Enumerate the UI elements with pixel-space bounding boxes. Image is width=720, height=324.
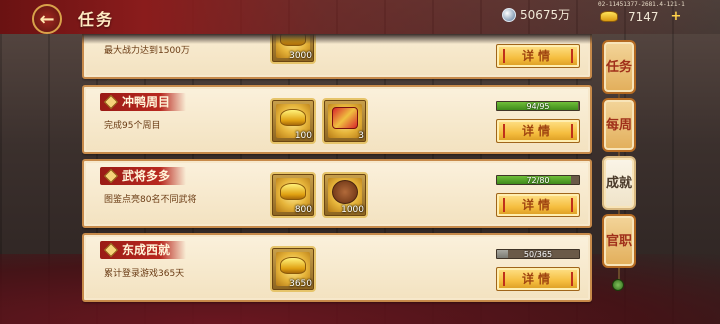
reward-count: 1000 [341,205,364,215]
gold-ingot-icon [280,183,306,200]
back-button[interactable]: ← [32,4,62,34]
diamond-icon [103,168,119,184]
list-fade [82,34,592,44]
detail-button[interactable]: 详情 [496,267,580,291]
food-dish-icon [332,180,358,204]
tab-label: 每周 [605,117,632,133]
task-title: 东成西就 [122,243,171,257]
tab-label: 任务 [605,59,632,75]
tab-achievement[interactable]: 成就 [602,156,636,210]
reward-count: 800 [294,205,312,215]
progress-text: 50/365 [523,250,553,259]
task-desc: 累计登录游戏365天 [104,269,185,279]
reward-slot[interactable]: 1000 [322,172,368,218]
silver-coin-icon [502,7,516,22]
gold-ingot-icon [280,257,306,274]
gold-ingot-icon [280,109,306,126]
task-title: 冲鸭周目 [122,95,171,109]
diamond-icon [103,242,119,258]
task-title-ribbon: 东成西就 [100,241,187,259]
reward-count: 3650 [289,279,312,289]
tab-daily[interactable]: 任务 [602,40,636,94]
page-title: 任务 [78,10,115,29]
reward-slot[interactable]: 3 [322,98,368,144]
reward-slot[interactable]: 3650 [270,246,316,292]
device-id: 02-11451377-2681.4-121-1 [598,1,685,8]
reward-count: 3000 [289,51,312,61]
task-desc: 图鉴点亮80名不同武将 [104,195,197,205]
task-card: 冲鸭周目 完成95个周目 100 3 94/95 详情 [82,85,592,154]
reward-count: 3 [358,131,364,141]
gold-ingot-icon [600,11,618,22]
detail-button[interactable]: 详情 [496,44,580,68]
detail-button[interactable]: 详情 [496,193,580,217]
tab-rank[interactable]: 官职 [602,214,636,268]
task-list[interactable]: 最大战力达到1500万 3000 详情 冲鸭周目 完成95个周目 100 3 9… [82,34,592,324]
task-desc: 最大战力达到1500万 [104,46,190,56]
task-title: 武将多多 [122,169,171,183]
progress-bar: 72/80 [496,175,580,185]
silver-currency: 50675万 [502,6,570,23]
gold-currency: 7147 + [600,9,681,24]
back-arrow-icon: ← [39,8,55,30]
progress-bar: 94/95 [496,101,580,111]
progress-text: 94/95 [526,102,550,111]
tab-label: 官职 [605,233,632,249]
detail-button[interactable]: 详情 [496,119,580,143]
progress-text: 72/80 [526,176,550,185]
task-card: 东成西就 累计登录游戏365天 3650 50/365 详情 [82,233,592,302]
progress-bar: 50/365 [496,249,580,259]
gold-amount: 7147 [628,9,659,24]
reward-count: 100 [294,131,312,141]
top-bar: ← 任务 50675万 7147 + 02-11451377-2681.4-12… [0,0,720,34]
task-title-ribbon: 武将多多 [100,167,187,185]
tab-weekly[interactable]: 每周 [602,98,636,152]
gift-box-icon [332,107,358,129]
task-card: 武将多多 图鉴点亮80名不同武将 800 1000 72/80 详情 [82,159,592,228]
jade-knot-icon [612,279,624,291]
add-gold-button[interactable]: + [671,9,682,24]
silver-amount: 50675万 [520,8,571,22]
task-desc: 完成95个周目 [104,121,161,131]
reward-slot[interactable]: 800 [270,172,316,218]
reward-slot[interactable]: 100 [270,98,316,144]
tab-label: 成就 [605,175,632,191]
diamond-icon [103,94,119,110]
task-title-ribbon: 冲鸭周目 [100,93,187,111]
